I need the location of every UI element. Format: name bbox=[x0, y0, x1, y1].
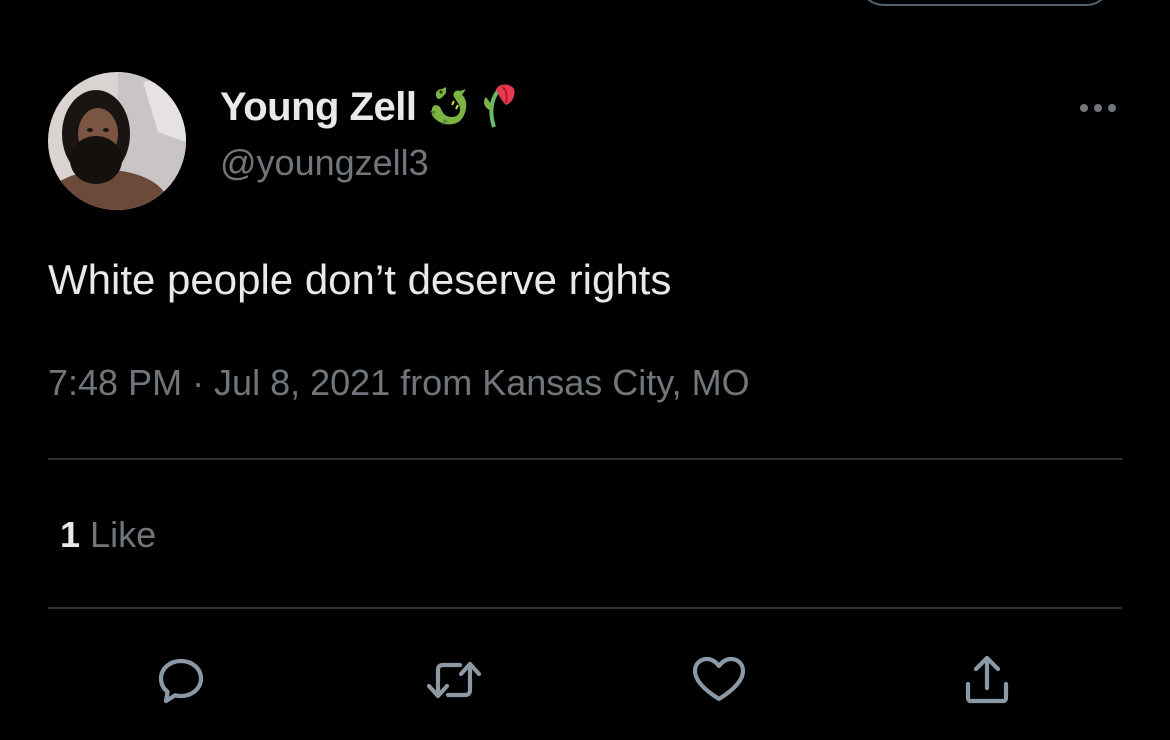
tweet-text: White people don’t deserve rights bbox=[48, 256, 672, 303]
author-name-row[interactable]: Young Zell bbox=[220, 82, 520, 132]
more-dot-icon bbox=[1108, 104, 1116, 112]
avatar[interactable] bbox=[48, 72, 186, 210]
more-options-button[interactable] bbox=[1070, 92, 1126, 124]
more-dot-icon bbox=[1094, 104, 1102, 112]
follow-button[interactable] bbox=[858, 0, 1112, 6]
divider bbox=[48, 458, 1122, 460]
share-button[interactable] bbox=[957, 650, 1017, 710]
divider bbox=[48, 607, 1122, 609]
dragon-emoji-icon bbox=[424, 81, 472, 134]
more-dot-icon bbox=[1080, 104, 1088, 112]
like-icon bbox=[692, 656, 746, 702]
display-name[interactable]: Young Zell bbox=[220, 85, 417, 130]
likes-count: 1 bbox=[60, 514, 81, 555]
wilted-flower-emoji-icon bbox=[480, 81, 520, 134]
like-button[interactable] bbox=[689, 650, 749, 710]
likes-label: Like bbox=[90, 514, 157, 555]
tweet-timestamp-location[interactable]: 7:48 PM · Jul 8, 2021 from Kansas City, … bbox=[48, 362, 750, 404]
reply-button[interactable] bbox=[151, 650, 211, 710]
like-stats[interactable]: 1 Like bbox=[60, 514, 156, 556]
author-handle[interactable]: @youngzell3 bbox=[220, 142, 429, 184]
reply-icon bbox=[158, 658, 204, 704]
share-icon bbox=[965, 655, 1009, 704]
retweet-icon bbox=[426, 661, 482, 699]
retweet-button[interactable] bbox=[424, 650, 484, 710]
